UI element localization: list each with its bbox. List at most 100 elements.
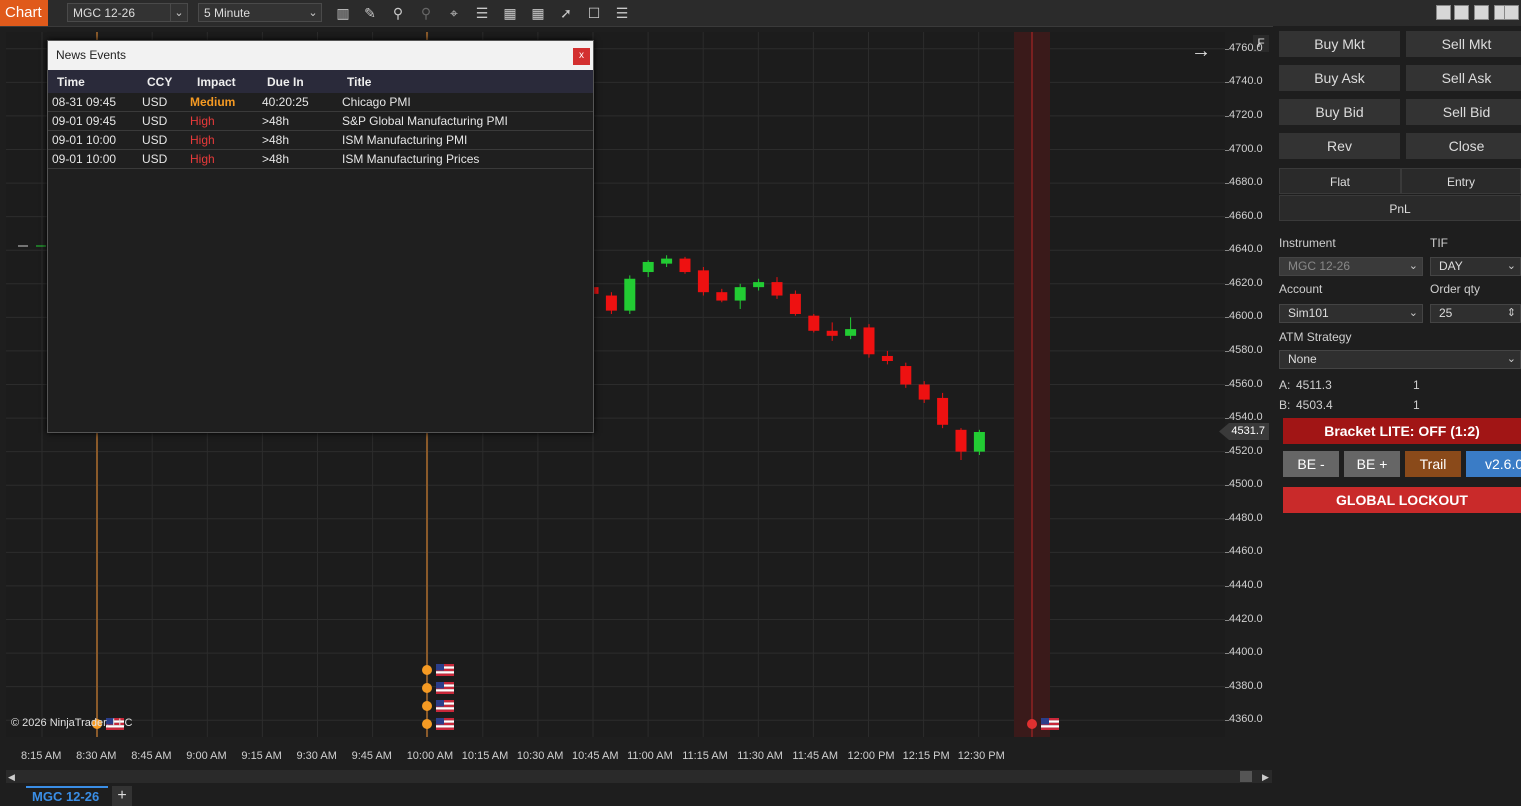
account-select[interactable]: Sim101 ⌄ <box>1279 304 1423 323</box>
close-position-button[interactable]: Close <box>1406 133 1521 159</box>
scroll-left-icon[interactable]: ◀ <box>8 772 15 783</box>
buy-market-button[interactable]: Buy Mkt <box>1279 31 1400 57</box>
version-button[interactable]: v2.6.0 <box>1466 451 1521 477</box>
col-due-in[interactable]: Due In <box>267 75 304 89</box>
news-row[interactable]: 09-01 10:00 USD High >48h ISM Manufacturing … <box>48 131 593 150</box>
buy-ask-button[interactable]: Buy Ask <box>1279 65 1400 91</box>
list-icon[interactable]: ☰ <box>613 4 631 22</box>
bars-icon[interactable]: ▥ <box>334 4 352 22</box>
price-label: 4580.0 <box>1229 343 1263 356</box>
price-label: 4380.0 <box>1229 679 1263 692</box>
close-icon[interactable]: x <box>573 48 590 65</box>
time-label: 9:00 AM <box>186 750 227 762</box>
tif-select-value: DAY <box>1439 259 1463 273</box>
ask-label: A: <box>1279 378 1291 392</box>
close-window-icon[interactable] <box>1504 5 1519 20</box>
arrow-right-icon[interactable]: → <box>1191 40 1211 63</box>
bid-qty: 1 <box>1413 398 1420 412</box>
pencil-icon[interactable]: ✎ <box>361 4 379 22</box>
properties-icon[interactable]: ☰ <box>473 4 491 22</box>
drawing-tools-icon[interactable]: ➚ <box>557 4 575 22</box>
sell-market-button[interactable]: Sell Mkt <box>1406 31 1521 57</box>
price-label: 4600.0 <box>1229 310 1263 323</box>
instrument-field[interactable]: MGC 12-26 ⌄ <box>1279 257 1423 276</box>
event-dot <box>422 683 432 693</box>
news-events-panel[interactable]: News Events x Time CCY Impact Due In Tit… <box>47 40 594 433</box>
buy-bid-button[interactable]: Buy Bid <box>1279 99 1400 125</box>
tif-select[interactable]: DAY ⌄ <box>1430 257 1521 276</box>
tile2-icon[interactable] <box>1454 5 1469 20</box>
zoom-out-icon[interactable]: ⚲ <box>417 4 435 22</box>
news-impact: Medium <box>190 95 236 109</box>
price-label: 4640.0 <box>1229 243 1263 256</box>
news-row[interactable]: 09-01 09:45 USD High >48h S&P Global Manufac… <box>48 112 593 131</box>
candle-body <box>826 330 838 336</box>
chevron-down-icon[interactable]: ⌄ <box>1409 258 1418 275</box>
interval-selector[interactable]: 5 Minute ⌄ <box>198 3 322 22</box>
chart-window-tab[interactable]: Chart <box>0 0 48 26</box>
chevron-down-icon[interactable]: ⌄ <box>305 4 321 21</box>
news-row[interactable]: 08-31 09:45 USD Medium 40:20:25 Chicago PMI <box>48 93 593 112</box>
breakeven-plus-button[interactable]: BE + <box>1344 451 1400 477</box>
chevron-down-icon[interactable]: ⌄ <box>1507 351 1516 368</box>
price-label: 4520.0 <box>1229 444 1263 457</box>
event-dot <box>422 719 432 729</box>
scroll-thumb[interactable] <box>1240 771 1252 782</box>
strategies-icon[interactable]: ▦ <box>529 4 547 22</box>
price-label: 4540.0 <box>1229 411 1263 424</box>
data-box-icon[interactable]: ☐ <box>585 4 603 22</box>
us-flag-icon[interactable] <box>436 718 454 730</box>
minimize-icon[interactable] <box>1474 5 1489 20</box>
news-header[interactable]: News Events x <box>48 41 593 70</box>
price-label: 4400.0 <box>1229 646 1263 659</box>
time-label: 12:00 PM <box>847 750 895 762</box>
news-time: 09-01 10:00 <box>52 133 117 147</box>
tile-icon[interactable] <box>1436 5 1451 20</box>
stepper-icon[interactable]: ⇕ <box>1507 305 1516 322</box>
candle-body <box>605 295 617 311</box>
instrument-label: Instrument <box>1279 236 1336 250</box>
price-label: 4700.0 <box>1229 142 1263 155</box>
time-label: 10:30 AM <box>516 750 564 762</box>
breakeven-minus-button[interactable]: BE - <box>1283 451 1339 477</box>
us-flag-icon[interactable] <box>436 682 454 694</box>
chevron-down-icon[interactable]: ⌄ <box>1409 305 1418 322</box>
zoom-in-icon[interactable]: ⚲ <box>389 4 407 22</box>
sell-bid-button[interactable]: Sell Bid <box>1406 99 1521 125</box>
crosshair-icon[interactable]: ⌖ <box>445 4 463 22</box>
time-label: 9:30 AM <box>296 750 337 762</box>
scroll-right-icon[interactable]: ▶ <box>1262 772 1269 783</box>
candle-body <box>624 278 636 311</box>
price-label: 4720.0 <box>1229 108 1263 121</box>
chevron-down-icon[interactable]: ⌄ <box>170 4 187 21</box>
instrument-selector[interactable]: MGC 12-26 ⌄ <box>67 3 188 22</box>
instrument-tab[interactable]: MGC 12-26 <box>26 786 108 806</box>
atm-strategy-select[interactable]: None ⌄ <box>1279 350 1521 369</box>
indicators-icon[interactable]: ▦ <box>501 4 519 22</box>
sell-ask-button[interactable]: Sell Ask <box>1406 65 1521 91</box>
candle-body <box>789 293 801 314</box>
chevron-down-icon[interactable]: ⌄ <box>1507 258 1516 275</box>
bracket-toggle-button[interactable]: Bracket LITE: OFF (1:2) <box>1283 418 1521 444</box>
time-label: 10:45 AM <box>572 750 619 762</box>
us-flag-icon[interactable] <box>1041 718 1059 730</box>
time-label: 12:30 PM <box>957 750 1005 762</box>
us-flag-icon[interactable] <box>436 700 454 712</box>
horizontal-scrollbar[interactable]: ◀ ▶ <box>6 770 1272 783</box>
col-ccy[interactable]: CCY <box>147 75 172 89</box>
news-title-cell: S&P Global Manufacturing PMI <box>342 114 508 128</box>
reverse-button[interactable]: Rev <box>1279 133 1400 159</box>
col-time[interactable]: Time <box>57 75 85 89</box>
add-tab-button[interactable]: + <box>112 786 132 806</box>
news-row[interactable]: 09-01 10:00 USD High >48h ISM Manufacturing … <box>48 150 593 169</box>
pnl-display: PnL <box>1279 195 1521 221</box>
global-lockout-button[interactable]: GLOBAL LOCKOUT <box>1283 487 1521 513</box>
trail-button[interactable]: Trail <box>1405 451 1461 477</box>
candle-body <box>918 384 930 400</box>
us-flag-icon[interactable] <box>436 664 454 676</box>
price-axis[interactable]: F 4760.0 4740.0 4720.0 4700.0 4680.0 4660.0 46… <box>1225 32 1272 737</box>
time-label: 9:45 AM <box>351 750 392 762</box>
col-title[interactable]: Title <box>347 75 371 89</box>
order-qty-stepper[interactable]: 25 ⇕ <box>1430 304 1521 323</box>
col-impact[interactable]: Impact <box>197 75 236 89</box>
